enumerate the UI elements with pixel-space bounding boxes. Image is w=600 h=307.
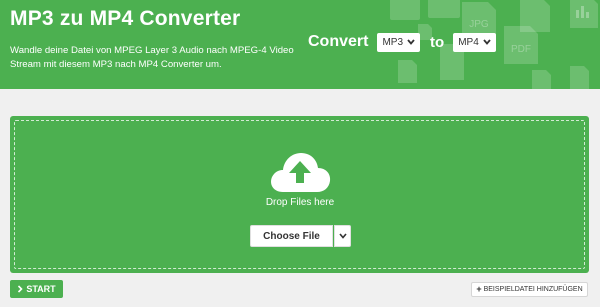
page-title: MP3 zu MP4 Converter <box>10 7 241 30</box>
chevron-down-icon <box>407 39 415 45</box>
sample-file-label: BEISPIELDATEI HINZUFÜGEN <box>483 286 583 293</box>
plus-icon: + <box>476 284 482 294</box>
chevron-right-icon <box>18 285 23 293</box>
drop-files-text: Drop Files here <box>265 197 335 208</box>
choose-file-dropdown-button[interactable] <box>334 225 351 247</box>
jpg-label: JPG <box>469 19 489 30</box>
choose-file-button[interactable]: Choose File <box>250 225 333 247</box>
header-banner: JPG PDF MP3 zu MP4 Converter Wandle dein… <box>0 0 600 89</box>
format-selector-row: Convert MP3 to MP4 <box>308 31 496 53</box>
pdf-label: PDF <box>511 44 531 55</box>
start-label: START <box>26 284 56 294</box>
add-sample-file-button[interactable]: + BEISPIELDATEI HINZUFÜGEN <box>471 282 588 297</box>
convert-label: Convert <box>308 33 369 50</box>
to-label: to <box>430 33 445 51</box>
page-description: Wandle deine Datei von MPEG Layer 3 Audi… <box>10 45 294 70</box>
from-format-value: MP3 <box>382 36 404 48</box>
to-format-select[interactable]: MP4 <box>453 32 496 52</box>
to-format-value: MP4 <box>458 36 479 48</box>
from-format-select[interactable]: MP3 <box>377 32 421 52</box>
file-drop-zone[interactable] <box>10 116 589 273</box>
chevron-down-icon <box>338 233 347 239</box>
chevron-down-icon <box>483 39 491 45</box>
cloud-upload-icon <box>271 153 331 192</box>
choose-file-group: Choose File <box>250 225 351 247</box>
start-button[interactable]: START <box>10 280 63 298</box>
